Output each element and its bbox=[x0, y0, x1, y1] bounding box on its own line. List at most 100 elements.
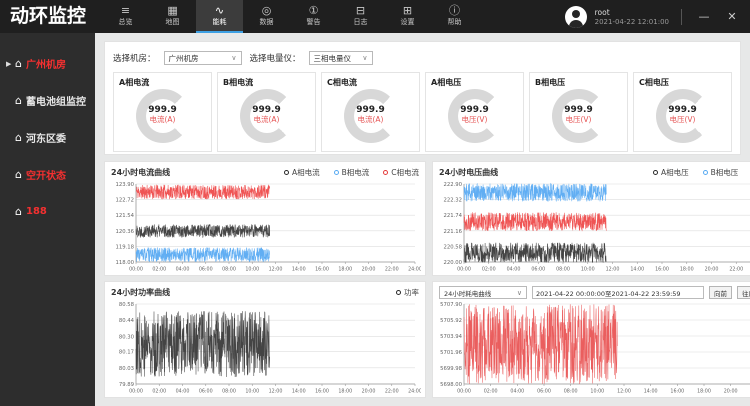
gauges-panel: 选择机房： 广州机房 ∨ 选择电量仪： 三相电量仪 ∨ A相电流 999.9电流… bbox=[104, 41, 741, 155]
svg-text:80.58: 80.58 bbox=[119, 302, 135, 308]
svg-text:119.18: 119.18 bbox=[115, 244, 134, 250]
svg-text:118.00: 118.00 bbox=[115, 260, 134, 266]
gauge-card-phase-b-current: B相电流 999.9电流(A) bbox=[217, 72, 316, 152]
gauge-unit: 电压(V) bbox=[656, 115, 710, 124]
nav-tab-alerts[interactable]: ①警告 bbox=[290, 0, 337, 33]
room-select[interactable]: 广州机房 ∨ bbox=[164, 51, 242, 65]
map-icon: ▦ bbox=[167, 5, 177, 16]
nav-tab-map[interactable]: ▦地图 bbox=[149, 0, 196, 33]
svg-text:18:00: 18:00 bbox=[338, 267, 352, 273]
svg-text:122.72: 122.72 bbox=[115, 198, 134, 204]
chevron-down-icon: ∨ bbox=[231, 54, 236, 62]
sidebar-item-label: 广州机房 bbox=[26, 56, 66, 71]
legend-item[interactable]: B相电流 bbox=[334, 167, 370, 178]
alert-icon: ① bbox=[309, 5, 319, 16]
settings-icon: ⊞ bbox=[403, 5, 412, 16]
sidebar-item-guangzhou-room[interactable]: ▶ ⌂ 广州机房 bbox=[0, 45, 95, 82]
prev-button[interactable]: 向前 bbox=[709, 286, 732, 299]
current-curve-plot: 123.90 122.72 121.54 120.36 119.18 118.0000:0… bbox=[109, 180, 421, 273]
log-icon: ⊟ bbox=[356, 5, 365, 16]
svg-text:20:00: 20:00 bbox=[705, 267, 719, 273]
current-datetime: 2021-04-22 12:01:00 bbox=[595, 18, 669, 26]
power-curve-plot: 80.5880.4480.3080.1780.0379.8900:0002:00… bbox=[109, 300, 421, 395]
legend-item[interactable]: C相电流 bbox=[383, 167, 419, 178]
svg-text:10:00: 10:00 bbox=[245, 267, 259, 273]
chevron-down-icon: ∨ bbox=[362, 54, 367, 62]
svg-text:14:00: 14:00 bbox=[644, 389, 658, 395]
svg-text:80.44: 80.44 bbox=[119, 318, 135, 324]
svg-text:22:00: 22:00 bbox=[385, 267, 399, 273]
svg-text:10:00: 10:00 bbox=[590, 389, 604, 395]
svg-text:5703.94: 5703.94 bbox=[440, 334, 463, 340]
nav-tab-overview[interactable]: ≡总览 bbox=[102, 0, 149, 33]
gauge-value: 999.9 bbox=[448, 105, 502, 115]
svg-text:18:00: 18:00 bbox=[680, 267, 694, 273]
consumption-curve-panel: 24小时耗电曲线 ∨ 2021-04-22 00:00:00至2021-04-2… bbox=[432, 281, 750, 398]
user-avatar[interactable] bbox=[565, 6, 587, 28]
app-title: 动环监控 bbox=[0, 0, 102, 33]
svg-text:80.30: 80.30 bbox=[119, 334, 135, 340]
svg-text:121.54: 121.54 bbox=[115, 213, 134, 219]
svg-text:221.16: 221.16 bbox=[443, 229, 462, 235]
svg-text:120.36: 120.36 bbox=[115, 229, 134, 235]
nav-tab-logs[interactable]: ⊟日志 bbox=[337, 0, 384, 33]
home-icon: ⌂ bbox=[15, 205, 22, 218]
gauge-card-phase-b-voltage: B相电压 999.9电压(V) bbox=[529, 72, 628, 152]
svg-text:06:00: 06:00 bbox=[537, 389, 551, 395]
sidebar-item-hedong[interactable]: ▶ ⌂ 河东区委 bbox=[0, 119, 95, 156]
svg-text:04:00: 04:00 bbox=[176, 389, 190, 395]
svg-text:22:00: 22:00 bbox=[729, 267, 743, 273]
minimize-button[interactable]: — bbox=[694, 0, 714, 33]
divider bbox=[681, 9, 682, 25]
svg-text:16:00: 16:00 bbox=[655, 267, 669, 273]
legend-item[interactable]: A相电流 bbox=[284, 167, 320, 178]
data-gauge-icon: ◎ bbox=[262, 5, 272, 16]
sidebar: ▶ ⌂ 广州机房 ▶ ⌂ 蓄电池组监控 ▶ ⌂ 河东区委 ▶ ⌂ 空开状态 ▶ … bbox=[0, 33, 95, 406]
svg-text:12:00: 12:00 bbox=[269, 267, 283, 273]
nav-tab-data[interactable]: ◎数据 bbox=[243, 0, 290, 33]
nav-tab-settings[interactable]: ⊞设置 bbox=[384, 0, 431, 33]
date-range-input[interactable]: 2021-04-22 00:00:00至2021-04-22 23:59:59 bbox=[532, 286, 704, 299]
svg-text:24:00: 24:00 bbox=[408, 267, 421, 273]
sidebar-item-battery-monitor[interactable]: ▶ ⌂ 蓄电池组监控 bbox=[0, 82, 95, 119]
main-content: 选择机房： 广州机房 ∨ 选择电量仪： 三相电量仪 ∨ A相电流 999.9电流… bbox=[95, 33, 750, 406]
svg-text:79.89: 79.89 bbox=[119, 382, 134, 388]
sidebar-item-188[interactable]: ▶ ⌂ 188 bbox=[0, 193, 95, 230]
meter-select[interactable]: 三相电量仪 ∨ bbox=[309, 51, 373, 65]
nav-tab-energy[interactable]: ∿能耗 bbox=[196, 0, 243, 33]
svg-text:06:00: 06:00 bbox=[531, 267, 545, 273]
svg-text:00:00: 00:00 bbox=[457, 267, 471, 273]
next-button[interactable]: 往后 bbox=[737, 286, 750, 299]
svg-text:12:00: 12:00 bbox=[606, 267, 620, 273]
svg-text:04:00: 04:00 bbox=[507, 267, 521, 273]
legend-item[interactable]: A相电压 bbox=[653, 167, 689, 178]
voltage-curve-panel: 24小时电压曲线 A相电压B相电压C相电压 222.90222.32221.74… bbox=[432, 161, 750, 276]
power-curve-panel: 24小时功率曲线 功率 80.5880.4480.3080.1780.0379.… bbox=[104, 281, 426, 398]
home-icon: ⌂ bbox=[15, 131, 22, 144]
svg-text:22:00: 22:00 bbox=[385, 389, 399, 395]
gauge-unit: 电流(A) bbox=[136, 115, 190, 124]
svg-text:12:00: 12:00 bbox=[617, 389, 631, 395]
nav-tab-help[interactable]: ⓘ帮助 bbox=[431, 0, 478, 33]
close-button[interactable]: ✕ bbox=[722, 0, 742, 33]
gauge-arc: 999.9电流(A) bbox=[344, 89, 398, 143]
legend-ring-icon bbox=[383, 170, 388, 175]
svg-text:20:00: 20:00 bbox=[362, 389, 376, 395]
svg-text:20:00: 20:00 bbox=[362, 267, 376, 273]
svg-text:5699.98: 5699.98 bbox=[440, 366, 463, 372]
sidebar-item-breaker-status[interactable]: ▶ ⌂ 空开状态 bbox=[0, 156, 95, 193]
gauge-unit: 电流(A) bbox=[344, 115, 398, 124]
svg-text:16:00: 16:00 bbox=[315, 267, 329, 273]
curve-type-select[interactable]: 24小时耗电曲线 ∨ bbox=[439, 286, 527, 299]
svg-text:00:00: 00:00 bbox=[129, 267, 143, 273]
svg-text:123.90: 123.90 bbox=[115, 182, 134, 188]
main-nav: ≡总览 ▦地图 ∿能耗 ◎数据 ①警告 ⊟日志 ⊞设置 ⓘ帮助 bbox=[102, 0, 478, 33]
topbar-right: root 2021-04-22 12:01:00 — ✕ bbox=[565, 0, 750, 33]
legend-item[interactable]: 功率 bbox=[396, 287, 419, 298]
home-icon: ⌂ bbox=[15, 57, 22, 70]
svg-text:16:00: 16:00 bbox=[670, 389, 684, 395]
legend-item[interactable]: B相电压 bbox=[703, 167, 739, 178]
svg-text:02:00: 02:00 bbox=[484, 389, 498, 395]
chart-legend: A相电压B相电压C相电压 bbox=[653, 167, 750, 178]
gauge-value: 999.9 bbox=[136, 105, 190, 115]
